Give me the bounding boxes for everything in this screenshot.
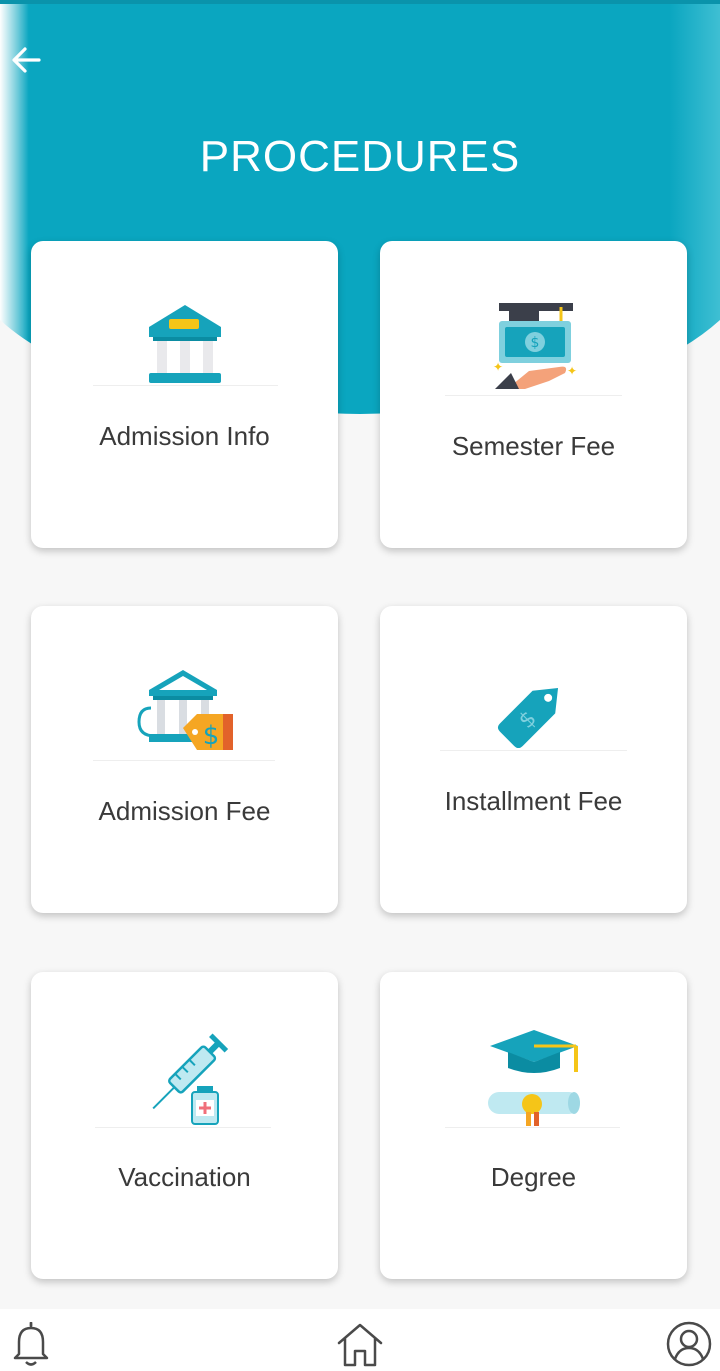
card-admission-info[interactable]: Admission Info [31, 241, 338, 548]
card-degree[interactable]: Degree [380, 972, 687, 1279]
card-label: Vaccination [118, 1162, 251, 1192]
bank-icon [148, 305, 221, 383]
bell-icon [13, 1322, 49, 1366]
home-icon [337, 1323, 383, 1367]
price-tag-icon: $ [497, 687, 558, 749]
page-title: PROCEDURES [199, 132, 521, 181]
card-admission-fee[interactable]: $ Admission Fee [31, 606, 338, 913]
card-label: Admission Fee [98, 796, 271, 826]
nav-profile-button[interactable] [664, 1319, 714, 1369]
card-installment-fee[interactable]: $ Installment Fee [380, 606, 687, 913]
nav-home-button[interactable] [335, 1319, 385, 1369]
bank-price-tag-icon: $ [136, 670, 233, 751]
syringe-icon [151, 1033, 228, 1125]
svg-text:$: $ [530, 335, 539, 351]
graduation-money-icon: $ ✦ ✦ [493, 303, 577, 389]
arrow-left-icon [12, 47, 41, 73]
card-label: Degree [490, 1162, 577, 1192]
svg-text:$: $ [202, 721, 219, 751]
card-label: Installment Fee [444, 786, 623, 816]
diploma-cap-icon [487, 1030, 580, 1126]
user-profile-icon [666, 1321, 712, 1367]
card-label: Admission Info [99, 421, 270, 451]
svg-text:✦: ✦ [567, 364, 577, 378]
bottom-navigation [0, 1309, 720, 1371]
nav-notifications-button[interactable] [6, 1319, 56, 1369]
svg-text:✦: ✦ [493, 360, 503, 374]
card-semester-fee[interactable]: $ ✦ ✦ Semester Fee [380, 241, 687, 548]
card-label: Semester Fee [451, 431, 616, 461]
back-button[interactable] [6, 40, 46, 80]
card-vaccination[interactable]: Vaccination [31, 972, 338, 1279]
